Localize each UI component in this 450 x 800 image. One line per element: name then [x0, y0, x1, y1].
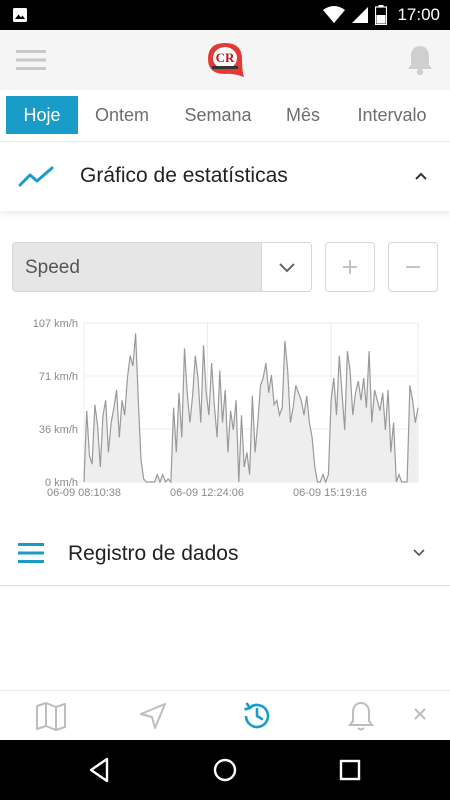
- nav-navigate[interactable]: [136, 699, 170, 733]
- tab-ontem[interactable]: Ontem: [84, 96, 160, 134]
- y-tick-label: 71 km/h: [39, 371, 78, 383]
- gallery-notification-icon: [13, 8, 27, 22]
- data-log-title: Registro de dados: [68, 542, 239, 565]
- x-tick-label: 06-09 12:24:06: [170, 487, 244, 499]
- metric-select-value: Speed: [25, 257, 80, 278]
- metric-select[interactable]: Speed: [12, 242, 312, 292]
- plus-icon: [343, 260, 357, 274]
- nav-alerts[interactable]: [344, 699, 378, 733]
- home-icon[interactable]: [210, 755, 240, 785]
- nav-history[interactable]: [240, 699, 274, 733]
- stats-card-header[interactable]: Gráfico de estatísticas: [0, 143, 450, 211]
- recents-icon[interactable]: [335, 755, 365, 785]
- tab-hoje[interactable]: Hoje: [6, 96, 78, 134]
- battery-icon: [375, 5, 388, 25]
- app-logo: CR: [208, 43, 244, 77]
- tab-intervalo[interactable]: Intervalo: [346, 96, 438, 134]
- bell-icon: [348, 701, 374, 731]
- logo-text: CR: [216, 50, 235, 65]
- chevron-down-icon: [278, 263, 295, 273]
- android-navigation-bar: [0, 740, 450, 800]
- speed-chart: 107 km/h71 km/h36 km/h0 km/h 06-09 08:10…: [33, 318, 419, 499]
- hamburger-menu-icon[interactable]: [16, 49, 46, 71]
- history-clock-icon: [244, 702, 270, 729]
- notifications-bell-icon[interactable]: [406, 44, 434, 76]
- data-log-header[interactable]: Registro de dados: [0, 520, 450, 586]
- close-icon[interactable]: [412, 706, 428, 722]
- navigation-arrow-icon: [140, 703, 166, 729]
- map-icon: [36, 702, 66, 731]
- period-tabs: Hoje Ontem Semana Mês Intervalo: [0, 90, 450, 142]
- status-time: 17:00: [397, 5, 440, 24]
- tab-semana[interactable]: Semana: [174, 96, 262, 134]
- metric-select-arrow[interactable]: [261, 243, 311, 291]
- signal-icon: [352, 7, 369, 23]
- wifi-icon: [323, 6, 346, 23]
- stats-card-title: Gráfico de estatísticas: [80, 164, 288, 187]
- x-tick-label: 06-09 15:19:16: [293, 487, 367, 499]
- status-bar: 17:00: [0, 0, 450, 30]
- zoom-in-button[interactable]: [325, 242, 375, 292]
- list-icon: [18, 543, 44, 563]
- tab-mes[interactable]: Mês: [276, 96, 330, 134]
- bottom-navigation: [0, 690, 450, 740]
- zoom-out-button[interactable]: [388, 242, 438, 292]
- chevron-down-icon[interactable]: [412, 547, 426, 559]
- y-tick-label: 36 km/h: [39, 424, 78, 436]
- chevron-up-icon[interactable]: [414, 169, 428, 183]
- trend-chart-icon: [18, 166, 54, 187]
- x-tick-label: 06-09 08:10:38: [47, 487, 121, 499]
- y-tick-label: 107 km/h: [33, 318, 78, 330]
- nav-map[interactable]: [34, 699, 68, 733]
- minus-icon: [406, 266, 420, 268]
- back-icon[interactable]: [85, 755, 115, 785]
